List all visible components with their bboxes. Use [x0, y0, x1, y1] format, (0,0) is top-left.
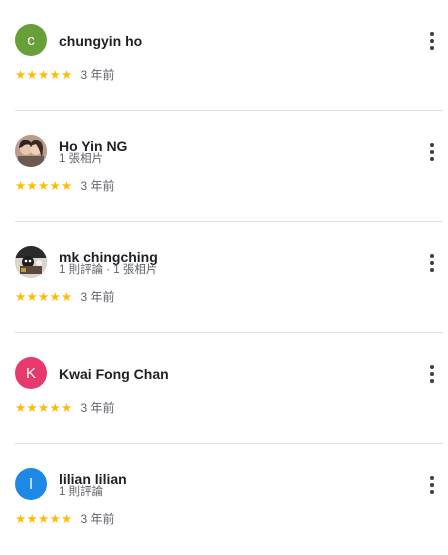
reviewer-name[interactable]: chungyin ho	[59, 32, 142, 50]
more-options-button[interactable]	[422, 29, 442, 53]
rating-row: ★★★★★ 3 年前	[15, 400, 115, 416]
star-rating: ★★★★★	[15, 289, 73, 304]
reviewer-meta: 1 則評論 · 1 張相片	[59, 264, 158, 276]
review-card: mk chingching 1 則評論 · 1 張相片 ★★★★★ 3 年前	[0, 222, 448, 333]
review-card: K Kwai Fong Chan ★★★★★ 3 年前	[0, 333, 448, 444]
avatar[interactable]: c	[15, 24, 47, 56]
star-rating: ★★★★★	[15, 400, 73, 415]
more-vertical-icon	[430, 143, 434, 147]
avatar-initial: c	[27, 31, 35, 49]
avatar-photo[interactable]	[15, 135, 47, 167]
review-card: c chungyin ho ★★★★★ 3 年前	[0, 0, 448, 111]
more-options-button[interactable]	[422, 140, 442, 164]
review-card: l lilian lilian 1 則評論 ★★★★★ 3 年前	[0, 444, 448, 555]
more-vertical-icon	[430, 32, 434, 36]
more-options-button[interactable]	[422, 251, 442, 275]
avatar[interactable]: K	[15, 357, 47, 389]
review-time: 3 年前	[80, 68, 115, 82]
review-time: 3 年前	[80, 401, 115, 415]
avatar-initial: K	[25, 364, 36, 382]
rating-row: ★★★★★ 3 年前	[15, 178, 115, 194]
avatar-photo[interactable]	[15, 246, 47, 278]
review-time: 3 年前	[80, 179, 115, 193]
star-rating: ★★★★★	[15, 67, 73, 82]
reviewer-meta: 1 則評論	[59, 486, 104, 498]
reviewer-meta: 1 張相片	[59, 153, 104, 165]
review-card: Ho Yin NG 1 張相片 ★★★★★ 3 年前	[0, 111, 448, 222]
more-vertical-icon	[430, 476, 434, 480]
avatar[interactable]: l	[15, 468, 47, 500]
profile-photo-icon	[15, 135, 47, 167]
star-rating: ★★★★★	[15, 178, 73, 193]
more-vertical-icon	[430, 365, 434, 369]
more-vertical-icon	[430, 254, 434, 258]
reviewer-name[interactable]: Kwai Fong Chan	[59, 365, 169, 383]
more-options-button[interactable]	[422, 473, 442, 497]
rating-row: ★★★★★ 3 年前	[15, 289, 115, 305]
review-time: 3 年前	[80, 512, 115, 526]
more-options-button[interactable]	[422, 362, 442, 386]
profile-photo-icon	[15, 246, 47, 278]
rating-row: ★★★★★ 3 年前	[15, 511, 115, 527]
star-rating: ★★★★★	[15, 511, 73, 526]
review-time: 3 年前	[80, 290, 115, 304]
reviews-list: c chungyin ho ★★★★★ 3 年前 Ho Yin NG 1 張相片…	[0, 0, 448, 555]
rating-row: ★★★★★ 3 年前	[15, 67, 115, 83]
avatar-initial: l	[29, 475, 33, 493]
